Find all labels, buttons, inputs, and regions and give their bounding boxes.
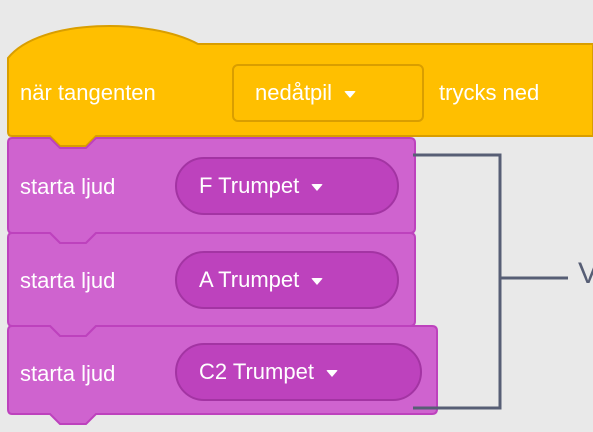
sound-dropdown-2-value: A Trumpet [199, 267, 300, 292]
key-dropdown[interactable]: nedåtpil [232, 64, 424, 122]
sound-dropdown-2[interactable]: A Trumpet [175, 251, 399, 309]
dropdown-caret-icon [311, 183, 324, 191]
dropdown-caret-icon [325, 369, 338, 377]
sound-block-2-label: starta ljud [20, 268, 116, 293]
sound-dropdown-1[interactable]: F Trumpet [175, 157, 399, 215]
sound-dropdown-3-value: C2 Trumpet [199, 359, 314, 384]
bracket-annotation-text: V [578, 257, 593, 290]
hat-block-suffix-label: trycks ned [439, 80, 540, 105]
key-dropdown-value: nedåtpil [255, 80, 333, 105]
hat-block-prefix-label: när tangenten [20, 80, 156, 105]
sound-block-3-label: starta ljud [20, 361, 116, 386]
sound-dropdown-1-value: F Trumpet [199, 173, 300, 198]
sound-dropdown-3[interactable]: C2 Trumpet [175, 343, 422, 401]
dropdown-caret-icon [344, 90, 357, 98]
sound-block-1-label: starta ljud [20, 174, 116, 199]
dropdown-caret-icon [311, 277, 324, 285]
code-area: när tangenten nedåtpil trycks ned starta… [0, 0, 593, 432]
